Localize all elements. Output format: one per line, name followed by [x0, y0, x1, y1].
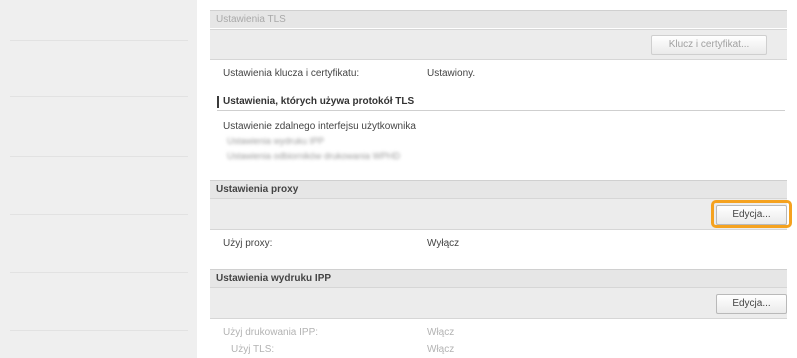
key-cert-value: Ustawiony. [427, 68, 476, 79]
sidebar-divider [10, 96, 188, 97]
ipp-toolbar: Edycja... [210, 287, 787, 319]
use-tls-label: Użyj TLS: [231, 344, 275, 355]
use-tls-value: Włącz [427, 344, 455, 355]
tls-toolbar: Klucz i certyfikat... [210, 29, 787, 60]
sidebar-divider [10, 214, 188, 215]
proxy-toolbar: Edycja... [210, 198, 792, 230]
use-proxy-label: Użyj proxy: [223, 238, 273, 249]
key-and-certificate-button[interactable]: Klucz i certyfikat... [651, 35, 767, 55]
use-ipp-label: Użyj drukowania IPP: [223, 327, 319, 338]
sidebar-divider [10, 272, 188, 273]
heading-divider [217, 110, 785, 111]
blurred-setting-item: Ustawienia wydruku IPP [227, 136, 325, 146]
tls-usage-heading: Ustawienia, których używa protokół TLS [217, 96, 414, 108]
main-content: Ustawienia TLS Klucz i certyfikat... Ust… [203, 0, 797, 358]
use-ipp-value: Włącz [427, 327, 455, 338]
tls-settings-header: Ustawienia TLS [210, 10, 787, 28]
sidebar-divider [10, 330, 188, 331]
use-proxy-value: Wyłącz [427, 238, 460, 249]
remote-ui-label: Ustawienie zdalnego interfejsu użytkowni… [223, 121, 416, 132]
sidebar-divider [10, 40, 188, 41]
sidebar-divider [10, 156, 188, 157]
key-cert-label: Ustawienia klucza i certyfikatu: [223, 68, 360, 79]
sidebar [0, 0, 197, 358]
proxy-settings-header: Ustawienia proxy [210, 180, 787, 198]
blurred-setting-item: Ustawienia odbiorników drukowania WPHD [227, 151, 401, 161]
proxy-edit-button[interactable]: Edycja... [716, 205, 787, 225]
ipp-settings-header: Ustawienia wydruku IPP [210, 269, 787, 287]
ipp-edit-button[interactable]: Edycja... [716, 294, 787, 314]
